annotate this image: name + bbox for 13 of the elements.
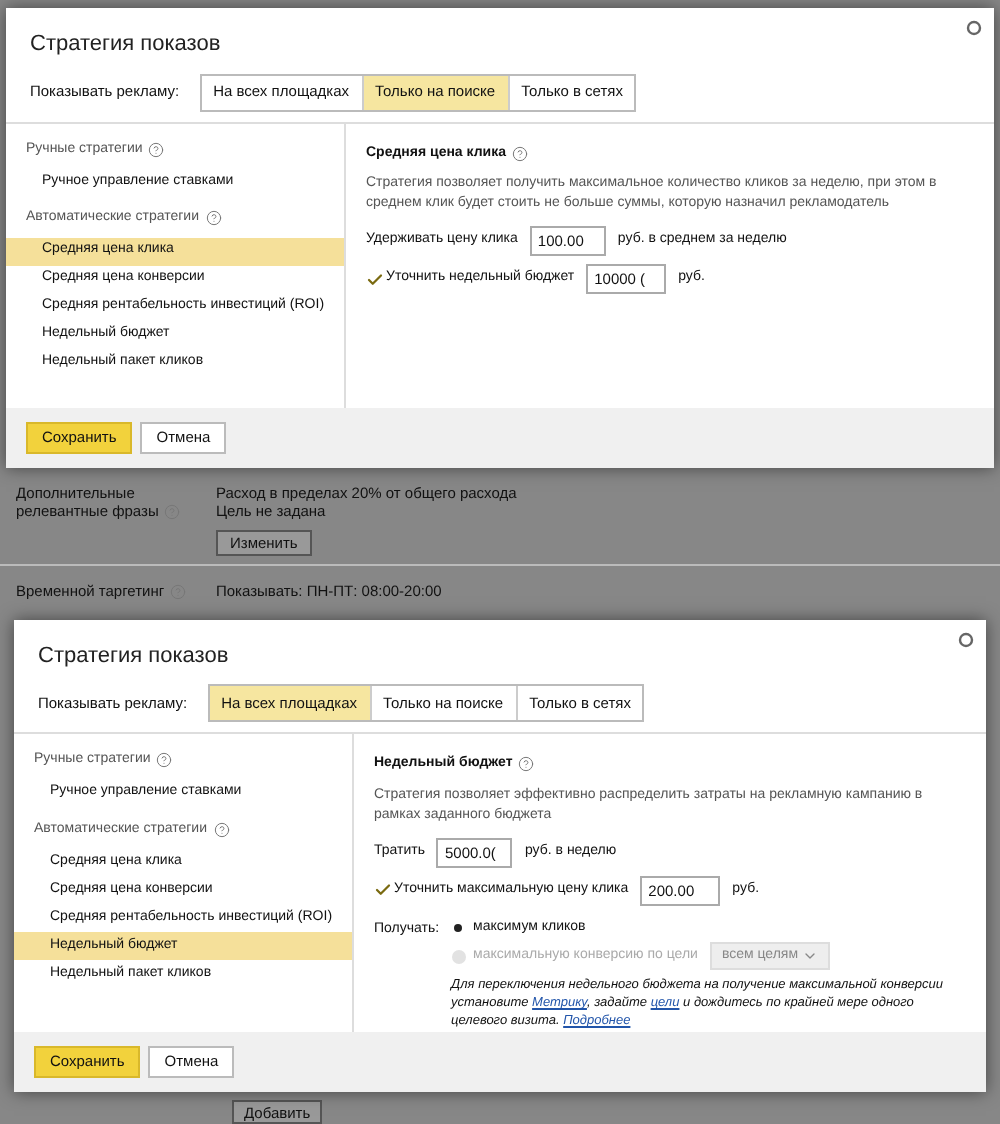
close-icon[interactable]: [966, 20, 982, 36]
close-icon[interactable]: [958, 631, 974, 648]
dialog-title: Стратегия показов: [38, 641, 229, 672]
checkbox[interactable]: [374, 881, 392, 900]
help-icon[interactable]: [205, 210, 222, 227]
checkbox[interactable]: [366, 270, 384, 288]
dialog-title: Стратегия показов: [30, 30, 221, 60]
help-icon[interactable]: [518, 756, 535, 773]
help-icon[interactable]: [213, 821, 230, 838]
help-icon[interactable]: [512, 145, 529, 162]
radio-button[interactable]: [451, 920, 466, 935]
help-icon[interactable]: [156, 752, 173, 769]
help-icon[interactable]: [148, 141, 165, 158]
